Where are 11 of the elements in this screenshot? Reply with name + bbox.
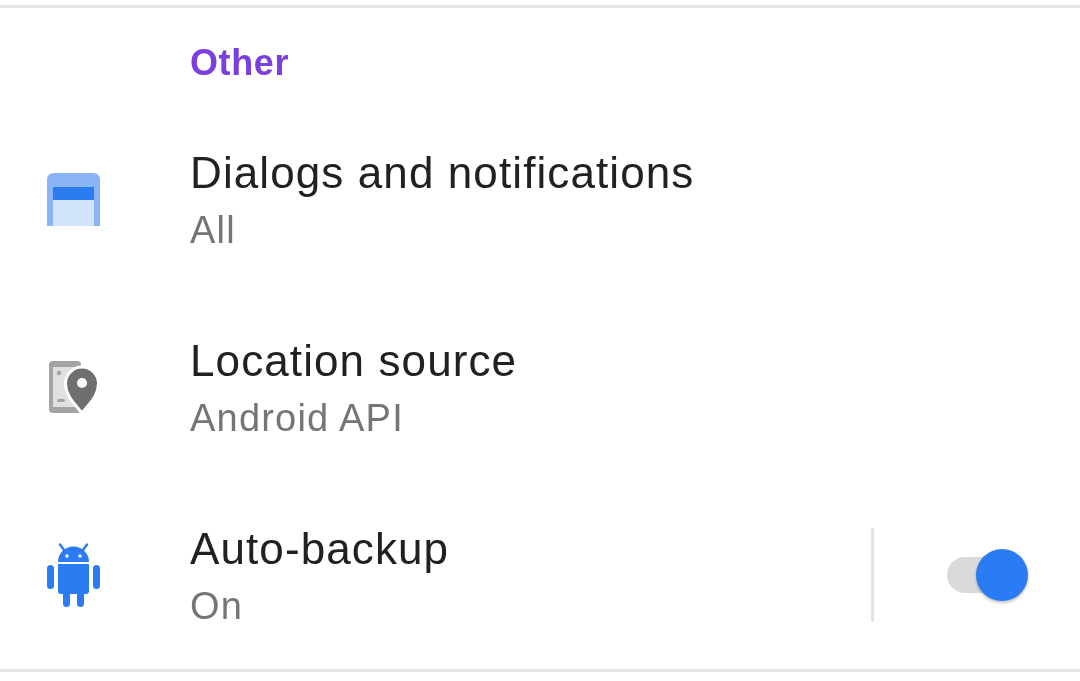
- robot-icon: [47, 543, 100, 607]
- phone-pin-icon: [47, 360, 100, 414]
- section-heading: Other: [190, 41, 289, 85]
- setting-summary: All: [190, 207, 236, 253]
- setting-summary: Android API: [190, 395, 404, 441]
- setting-title[interactable]: Auto-backup: [190, 520, 450, 577]
- setting-summary: On: [190, 583, 244, 629]
- setting-title[interactable]: Dialogs and notifications: [190, 144, 695, 201]
- window-icon: [47, 172, 100, 226]
- setting-title[interactable]: Location source: [190, 332, 518, 389]
- toggle-switch[interactable]: [947, 549, 1028, 601]
